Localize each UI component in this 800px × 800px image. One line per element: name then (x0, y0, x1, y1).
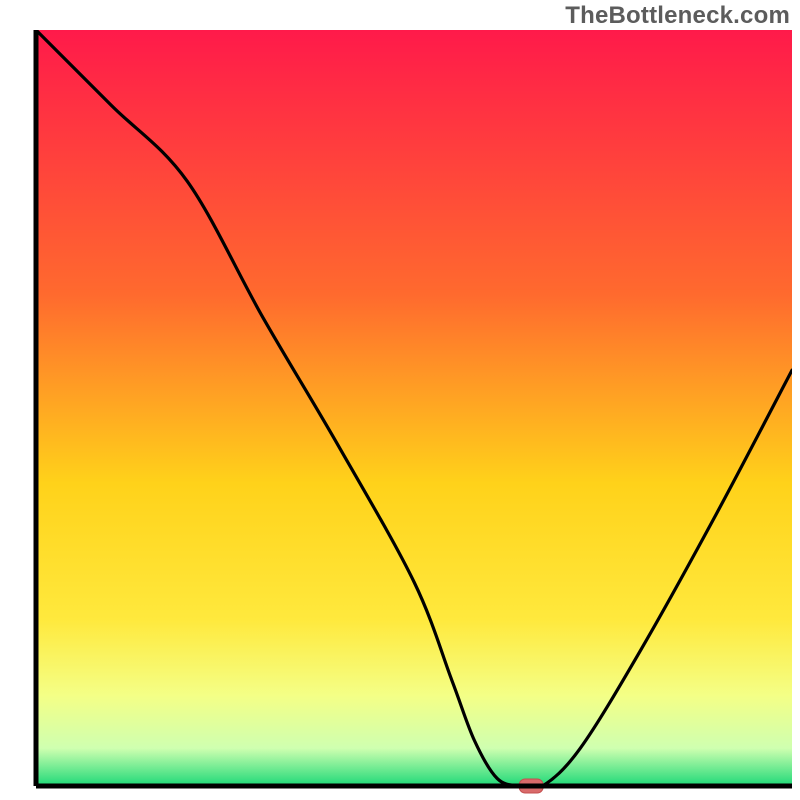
plot-background (36, 30, 792, 786)
watermark-label: TheBottleneck.com (565, 2, 790, 30)
bottleneck-chart: TheBottleneck.com (0, 0, 800, 800)
chart-svg (0, 0, 800, 800)
